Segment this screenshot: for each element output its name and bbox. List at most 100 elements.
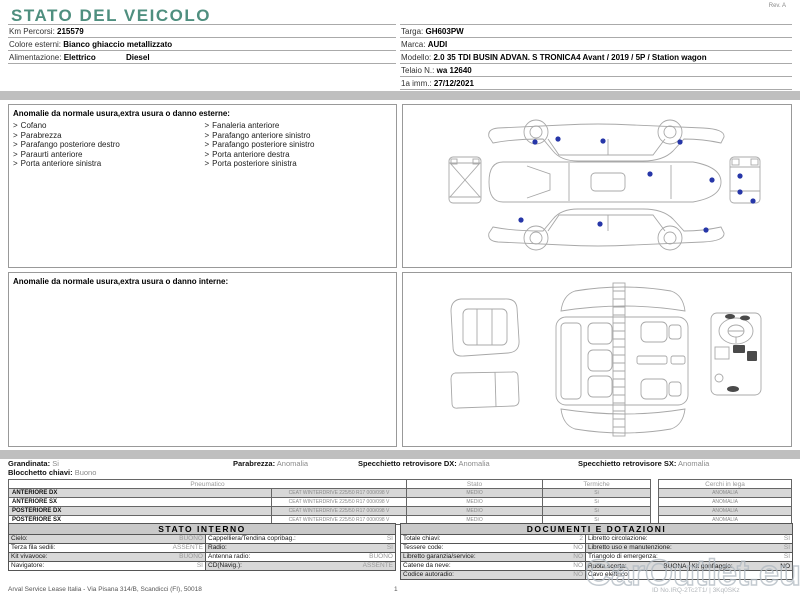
documenti-cell: Libretto uso e manutenzione: SI	[584, 543, 794, 553]
bullet: >	[13, 130, 18, 140]
blocchetto-label: Blocchetto chiavi:	[8, 468, 73, 477]
anomaly-text: Parafango anteriore sinistro	[212, 130, 311, 140]
summary-specchietto-sx: Specchietto retrovisore SX: Anomalia	[578, 460, 709, 468]
cell-value: SI	[783, 553, 791, 561]
cell-label: Cielo:	[11, 535, 28, 543]
cell-value: BUONO	[369, 553, 393, 561]
bullet: >	[204, 121, 210, 130]
cerchi-row: ANOMALIA	[658, 497, 792, 507]
info-row-modello: Modello: 2.0 35 TDI BUSIN ADVAN. S TRONI…	[400, 51, 792, 64]
alimentazione-value-2: Diesel	[125, 53, 150, 62]
anomaly-item: > Paraurti anteriore	[13, 150, 205, 160]
colore-label: Colore esterni:	[9, 40, 62, 49]
tyre-stato: MEDIO	[406, 497, 544, 507]
alimentazione-value-1: Elettrico	[63, 53, 96, 62]
cell-value: ASSENTE	[172, 544, 203, 552]
telaio-value: wa 12640	[436, 66, 472, 75]
tyre-stato: MEDIO	[406, 506, 544, 516]
anomaly-text: Cofano	[20, 121, 47, 130]
info-row-immatricolazione: 1a imm.: 27/12/2021	[400, 77, 792, 90]
anomaly-item: > Porta posteriore sinistra	[205, 159, 397, 169]
cell-value: 2	[579, 535, 583, 543]
cell-value: SI	[196, 562, 203, 570]
cell-label: Kit gonfiaggio:	[691, 562, 733, 570]
footer-page-number: 1	[394, 586, 398, 593]
documenti-cell: Totale chiavi: 2	[400, 534, 586, 544]
tyre-termiche: Si	[542, 506, 652, 516]
cell-label: Tessere code:	[403, 544, 444, 552]
km-label: Km Percorsi:	[9, 27, 55, 36]
cell-value: NO	[780, 562, 791, 570]
stato-interno-table: STATO INTERNO Cielo: BUONO Cappelliera/Te…	[8, 523, 396, 571]
cell-value: SI	[386, 544, 393, 552]
tyre-row: ANTERIORE DX CEAT WINTERDRIVE 225/50 R17…	[8, 488, 652, 498]
documenti-cell: Triangolo di emergenza: SI	[584, 552, 794, 562]
anomaly-item: > Parafango anteriore sinistro	[205, 131, 397, 141]
cell-value: SI	[783, 535, 791, 543]
cell-label: Totale chiavi:	[403, 535, 441, 543]
anomaly-text: Porta anteriore sinistra	[20, 159, 102, 168]
grandinata-value: Si	[52, 459, 59, 468]
cell-value: NO	[573, 544, 583, 552]
cell-label: Libretto garanzia/service:	[403, 553, 476, 561]
cell-label: Ruota scorta:	[588, 562, 627, 570]
tyre-termiche: Si	[542, 488, 652, 498]
vehicle-report-page: STATO DEL VEICOLO Rev. A Km Percorsi: 21…	[0, 0, 800, 600]
interior-diagram-box	[402, 272, 792, 447]
bullet: >	[13, 121, 18, 130]
anomaly-item: > Parafango posteriore sinistro	[205, 140, 397, 150]
modello-value: 2.0 35 TDI BUSIN ADVAN. S TRONICA4 Avant…	[433, 53, 707, 62]
cell-label: Triangolo di emergenza:	[588, 553, 658, 561]
exterior-car-diagram	[448, 119, 761, 251]
anomaly-text: Fanaleria anteriore	[212, 121, 280, 130]
km-value: 215579	[57, 27, 84, 36]
imm-label: 1a imm.:	[401, 79, 432, 88]
cell-label: Kit vivavoce:	[11, 553, 48, 561]
documenti-cell: Catene da neve: NO	[400, 561, 586, 571]
cell-value: NO	[573, 571, 583, 579]
modello-label: Modello:	[401, 53, 432, 62]
vehicle-info-left: Km Percorsi: 215579 Colore esterni: Bian…	[8, 24, 396, 64]
colore-value: Bianco ghiaccio metallizzato	[63, 40, 173, 49]
exterior-anomalies-list: > Cofano > Parabrezza > Parafango posterior…	[9, 121, 396, 169]
cell-label: Libretto uso e manutenzione:	[588, 544, 672, 552]
tyre-spec: CEAT WINTERDRIVE 225/50 R17 000/098 V	[270, 497, 408, 507]
exterior-anomalies-box: Anomalie da normale usura,extra usura o …	[8, 104, 397, 268]
cerchi-table: Cerchi in lega ANOMALIA ANOMALIA ANOMALI…	[658, 479, 792, 525]
vehicle-info-right: Targa: GH603PW Marca: AUDI Modello: 2.0 …	[400, 24, 792, 90]
info-row-targa: Targa: GH603PW	[400, 25, 792, 38]
targa-label: Targa:	[401, 27, 424, 36]
cerchi-row: ANOMALIA	[658, 488, 792, 498]
documenti-cell: Cavo elettrico:	[584, 570, 794, 580]
blocchetto-value: Buono	[74, 468, 97, 477]
bullet: >	[13, 149, 18, 159]
anomaly-item: > Parabrezza	[13, 131, 205, 141]
tyre-row: ANTERIORE SX CEAT WINTERDRIVE 225/50 R17…	[8, 497, 652, 507]
summary-blocchetto: Blocchetto chiavi: Buono	[8, 469, 96, 477]
anomaly-text: Porta posteriore sinistra	[212, 159, 297, 168]
anomaly-text: Parafango posteriore destro	[20, 140, 120, 149]
summary-specchietto-dx: Specchietto retrovisore DX: Anomalia	[358, 460, 490, 468]
parabrezza-value: Anomalia	[276, 459, 309, 468]
col-header-cerchi: Cerchi in lega	[658, 479, 792, 489]
interno-cell: Antenna radio: BUONO	[205, 552, 396, 562]
documenti-cell: Libretto garanzia/service: NO	[400, 552, 586, 562]
cell-label: Terza fila sedili:	[11, 544, 56, 552]
anomaly-text: Parafango posteriore sinistro	[212, 140, 315, 149]
tyre-termiche: Si	[542, 497, 652, 507]
section-divider-bottom	[0, 450, 800, 459]
interno-cell: Terza fila sedili: ASSENTE	[8, 543, 206, 553]
targa-value: GH603PW	[425, 27, 464, 36]
tyres-table: Pneumatico Stato Termiche ANTERIORE DX C…	[7, 479, 652, 525]
interno-cell: Cappelliera/Tendina copribag.: SI	[205, 534, 396, 544]
bullet: >	[13, 140, 18, 149]
anomaly-text: Parabrezza	[20, 130, 62, 140]
revision-label: Rev. A	[768, 3, 786, 9]
interno-cell: Navigatore: SI	[8, 561, 206, 571]
section-divider-top	[0, 91, 800, 100]
cell-value: SI	[386, 535, 393, 543]
cell-label: Libretto circolazione:	[588, 535, 648, 543]
cell-value: NO	[573, 562, 583, 570]
marca-label: Marca:	[401, 40, 426, 49]
interno-cell: Kit vivavoce: BUONO	[8, 552, 206, 562]
